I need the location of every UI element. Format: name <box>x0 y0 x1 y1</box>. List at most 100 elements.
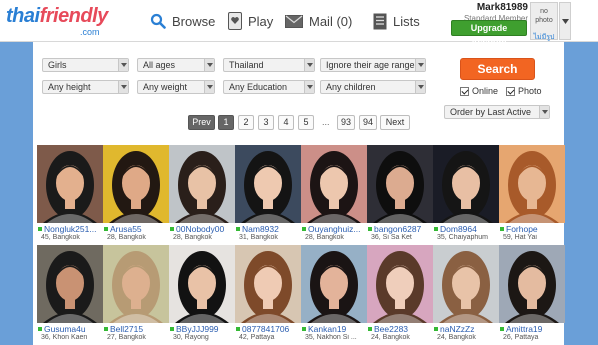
profile-card[interactable]: Nongluk251... 45, Bangkok <box>37 145 103 243</box>
age-range-select[interactable]: Ignore their age range <box>320 58 426 72</box>
profile-age-location: 28, Bangkok <box>173 234 212 241</box>
profile-card[interactable]: naNZzZz 24, Bangkok <box>433 245 499 343</box>
nav-browse-label: Browse <box>172 13 216 29</box>
profile-age-location: 45, Bangkok <box>41 234 80 241</box>
chevron-down-icon <box>415 59 425 71</box>
chevron-down-icon <box>204 59 214 71</box>
online-status-icon <box>302 327 306 331</box>
online-status-icon <box>434 327 438 331</box>
profile-photo[interactable] <box>169 145 235 223</box>
nav-mail[interactable]: Mail (0) <box>285 9 352 33</box>
top-header: thaifriendly .com Browse Play Mail (0) L… <box>0 0 598 47</box>
profile-photo[interactable] <box>103 245 169 323</box>
profile-card[interactable]: Forhope 59, Hat Yai <box>499 145 565 243</box>
chevron-down-icon <box>118 59 128 71</box>
country-select[interactable]: Thailand <box>223 58 315 72</box>
profile-age-location: 24, Bangkok <box>437 334 476 341</box>
nav-play[interactable]: Play <box>228 9 273 33</box>
profile-card[interactable]: 0877841706 42, Pattaya <box>235 245 301 343</box>
online-checkbox[interactable]: Online <box>460 86 498 96</box>
profile-card[interactable]: Bee2283 24, Bangkok <box>367 245 433 343</box>
profile-card[interactable]: 00Nobody00 28, Bangkok <box>169 145 235 243</box>
profile-card[interactable]: Nam8932 31, Bangkok <box>235 145 301 243</box>
online-status-icon <box>500 327 504 331</box>
avatar[interactable]: no photo ไม่มีรูป <box>530 2 558 41</box>
nav-browse[interactable]: Browse <box>150 9 215 33</box>
profile-photo[interactable] <box>235 145 301 223</box>
age-select[interactable]: All ages <box>137 58 215 72</box>
account-menu-toggle[interactable] <box>559 2 571 40</box>
profile-photo[interactable] <box>301 145 367 223</box>
profile-card[interactable]: Ouyanghuiz... 28, Bangkok <box>301 145 367 243</box>
profile-age-location: 30, Rayong <box>173 334 209 341</box>
online-status-icon <box>236 327 240 331</box>
profile-card[interactable]: Arusa55 28, Bangkok <box>103 145 169 243</box>
profile-photo[interactable] <box>499 145 565 223</box>
profile-age-location: 36, Khon Kaen <box>41 334 88 341</box>
upgrade-account-button[interactable]: Upgrade Account <box>451 20 527 47</box>
profile-age-location: 31, Bangkok <box>239 234 278 241</box>
profile-card[interactable]: bangon6287 36, Si Sa Ket <box>367 145 433 243</box>
profile-age-location: 27, Bangkok <box>107 334 146 341</box>
height-select[interactable]: Any height <box>42 80 129 94</box>
order-by-select[interactable]: Order by Last Active <box>444 105 550 119</box>
education-select[interactable]: Any Education <box>223 80 315 94</box>
profile-photo[interactable] <box>37 245 103 323</box>
profile-age-location: 28, Bangkok <box>107 234 146 241</box>
profile-age-location: 28, Bangkok <box>305 234 344 241</box>
pagination-next[interactable]: Next <box>380 115 410 130</box>
profile-age-location: 42, Pattaya <box>239 334 275 341</box>
nav-lists[interactable]: Lists <box>373 9 420 33</box>
profile-photo[interactable] <box>37 145 103 223</box>
search-icon <box>150 13 166 29</box>
profile-age-location: 59, Hat Yai <box>503 234 537 241</box>
chevron-down-icon <box>415 81 425 93</box>
profile-age-location: 36, Si Sa Ket <box>371 234 412 241</box>
pagination-page-2[interactable]: 2 <box>238 115 254 130</box>
nav-mail-label: Mail (0) <box>309 13 353 29</box>
chevron-down-icon <box>304 59 314 71</box>
profile-photo[interactable] <box>367 245 433 323</box>
gender-select[interactable]: Girls <box>42 58 129 72</box>
pagination-ellipsis: ... <box>322 117 330 127</box>
photo-checkbox[interactable]: Photo <box>506 86 542 96</box>
nav-play-label: Play <box>248 13 274 29</box>
profile-card[interactable]: Gusuma4u 36, Khon Kaen <box>37 245 103 343</box>
profile-photo[interactable] <box>235 245 301 323</box>
profile-photo[interactable] <box>499 245 565 323</box>
envelope-icon <box>285 14 303 28</box>
pagination-page-4[interactable]: 4 <box>278 115 294 130</box>
profile-photo[interactable] <box>367 145 433 223</box>
online-status-icon <box>368 327 372 331</box>
pagination-prev[interactable]: Prev <box>188 115 215 130</box>
pagination-page-1[interactable]: 1 <box>218 115 234 130</box>
username[interactable]: Mark81989 <box>448 2 528 13</box>
pagination-page-3[interactable]: 3 <box>258 115 274 130</box>
profile-photo[interactable] <box>103 145 169 223</box>
pagination-page-94[interactable]: 94 <box>359 115 377 130</box>
profile-card[interactable]: BByJJJ999 30, Rayong <box>169 245 235 343</box>
profile-photo[interactable] <box>433 245 499 323</box>
profile-age-location: 35, Nakhon Si ... <box>305 334 357 341</box>
profile-card[interactable]: Kankan19 35, Nakhon Si ... <box>301 245 367 343</box>
online-status-icon <box>38 227 42 231</box>
pagination-page-5[interactable]: 5 <box>298 115 314 130</box>
profile-card[interactable]: Amittra19 26, Pattaya <box>499 245 565 343</box>
profile-photo[interactable] <box>301 245 367 323</box>
profile-card[interactable]: Bell2715 27, Bangkok <box>103 245 169 343</box>
online-status-icon <box>302 227 306 231</box>
nav-lists-label: Lists <box>393 13 420 29</box>
chevron-down-icon <box>539 106 549 118</box>
checkbox-checked-icon <box>460 86 469 96</box>
profile-card[interactable]: Dom8964 35, Chaiyaphum <box>433 145 499 243</box>
profile-photo[interactable] <box>433 145 499 223</box>
profile-photo[interactable] <box>169 245 235 323</box>
children-select[interactable]: Any children <box>320 80 426 94</box>
pagination-page-93[interactable]: 93 <box>337 115 355 130</box>
online-status-icon <box>368 227 372 231</box>
online-status-icon <box>434 227 438 231</box>
search-button[interactable]: Search <box>460 58 535 80</box>
chevron-down-icon <box>561 18 569 24</box>
weight-select[interactable]: Any weight <box>137 80 215 94</box>
site-logo[interactable]: thaifriendly .com <box>6 3 116 37</box>
